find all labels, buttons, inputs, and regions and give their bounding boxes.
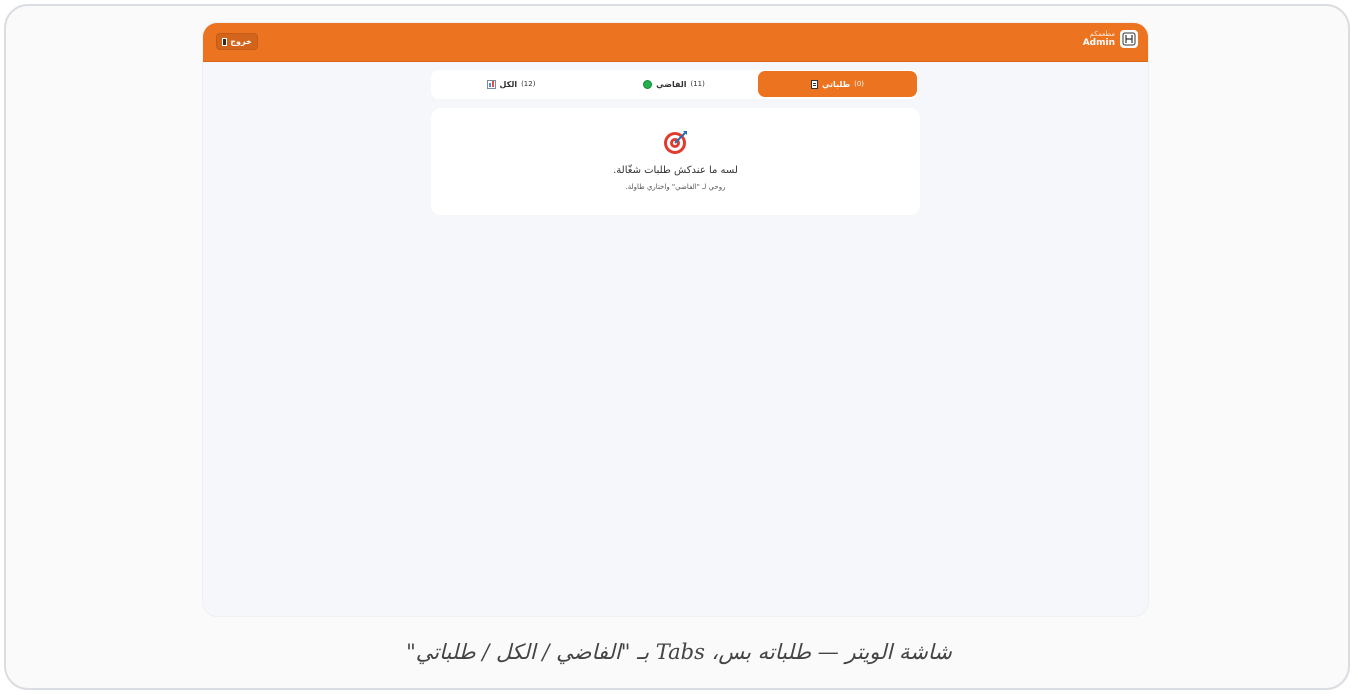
screenshot-caption: شاشة الويتر — طلباته بس، Tabs بـ "الفاضي… [406, 640, 952, 664]
door-icon [222, 37, 228, 46]
empty-state-card: لسه ما عندكش طلبات شغّالة. روحي لـ "الفا… [431, 108, 920, 215]
logout-label: خروج [230, 37, 252, 46]
user-name: Admin [1082, 38, 1115, 48]
tab-my-orders[interactable]: طلباتي (0) [758, 71, 917, 97]
bar-chart-icon [486, 79, 496, 89]
target-icon [664, 131, 687, 154]
empty-state-hint: روحي لـ "الفاضي" واختاري طاولة. [625, 183, 726, 191]
logout-button[interactable]: خروج [216, 33, 258, 50]
tab-free-count: (11) [690, 80, 705, 88]
tabs-bar: الكل (12) الفاضي (11) طلباتي (0) [431, 70, 918, 99]
restaurant-logo-icon [1120, 30, 1138, 48]
tab-free-label: الفاضي [656, 79, 687, 89]
tab-my-orders-count: (0) [854, 80, 865, 88]
top-bar: خروج مطعمكم Admin [203, 23, 1148, 62]
brand: مطعمكم Admin [1083, 30, 1138, 48]
app-window: خروج مطعمكم Admin الكل (12) الفاضي (11) [203, 23, 1148, 616]
tab-my-orders-label: طلباتي [821, 79, 851, 89]
clipboard-icon [810, 79, 818, 89]
tab-all-count: (12) [521, 80, 536, 88]
tab-free[interactable]: الفاضي (11) [594, 71, 754, 97]
green-circle-icon [643, 79, 653, 89]
tab-all-label: الكل [499, 79, 518, 89]
tab-all[interactable]: الكل (12) [431, 71, 591, 97]
empty-state-title: لسه ما عندكش طلبات شغّالة. [613, 165, 738, 176]
